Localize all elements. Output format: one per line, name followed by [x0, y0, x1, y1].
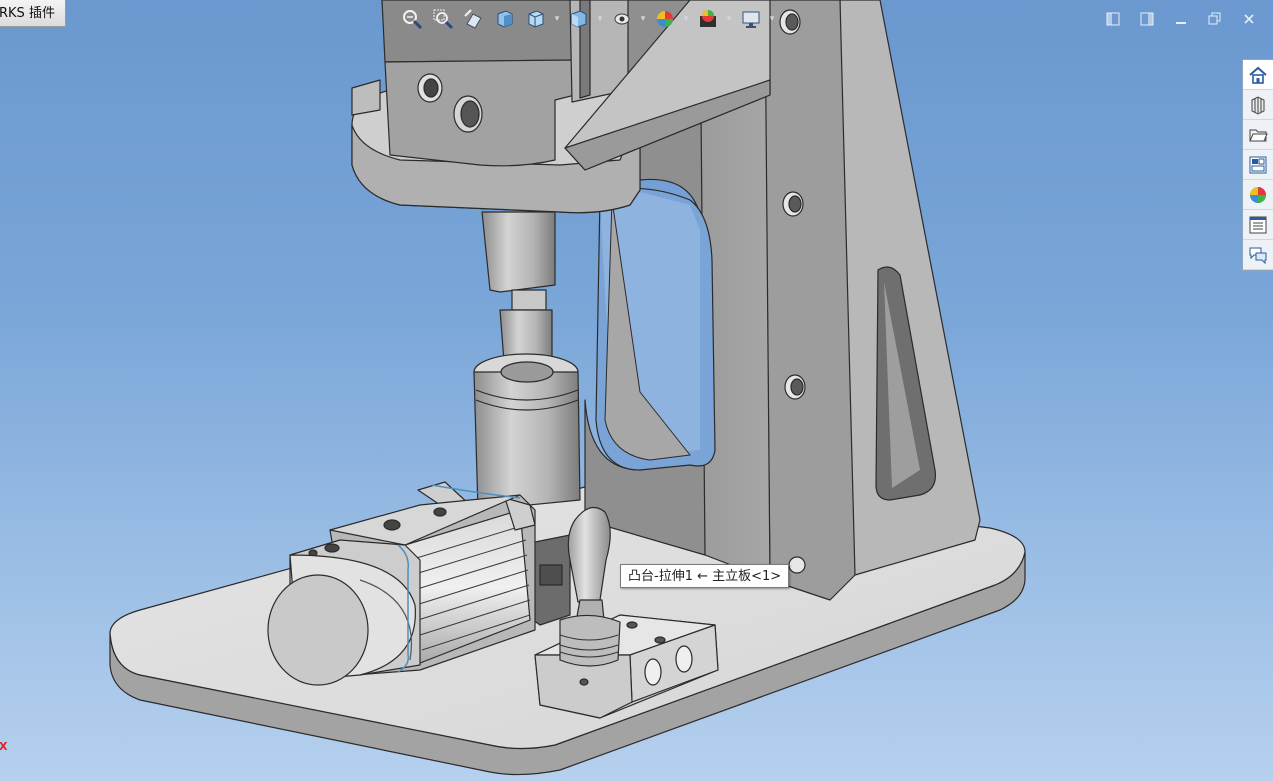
restore-icon[interactable]: [1205, 10, 1225, 28]
design-library-icon[interactable]: [1243, 90, 1273, 120]
tile-right-icon[interactable]: [1137, 10, 1157, 28]
tile-left-icon[interactable]: [1103, 10, 1123, 28]
assembly-model[interactable]: [0, 0, 1273, 781]
selection-tooltip: 凸台-拉伸1 ← 主立板<1>: [620, 564, 790, 588]
apply-scene-caret-icon[interactable]: ▾: [725, 7, 733, 31]
main-upright-plate: [764, 0, 856, 601]
previous-view-icon[interactable]: [460, 7, 487, 31]
file-explorer-icon[interactable]: [1243, 120, 1273, 150]
view-palette-icon[interactable]: [1243, 150, 1273, 180]
view-orientation-icon[interactable]: [522, 7, 549, 31]
view-settings-caret-icon[interactable]: ▾: [768, 7, 776, 31]
solidworks-resources-icon[interactable]: [1243, 60, 1273, 90]
appearances-scenes-icon[interactable]: [1243, 180, 1273, 210]
display-style-caret-icon[interactable]: ▾: [596, 7, 604, 31]
view-orientation-caret-icon[interactable]: ▾: [553, 7, 561, 31]
zoom-to-area-icon[interactable]: [429, 7, 456, 31]
close-icon[interactable]: [1239, 10, 1259, 28]
task-pane-tabs: [1242, 59, 1273, 271]
section-view-icon[interactable]: [491, 7, 518, 31]
display-style-icon[interactable]: [565, 7, 592, 31]
edit-appearance-caret-icon[interactable]: ▾: [682, 7, 690, 31]
edit-appearance-icon[interactable]: [651, 7, 678, 31]
hide-show-caret-icon[interactable]: ▾: [639, 7, 647, 31]
minimize-icon[interactable]: [1171, 10, 1191, 28]
forum-icon[interactable]: [1243, 240, 1273, 270]
reference-triad-x-label: X: [0, 740, 8, 753]
document-window-controls: [1103, 10, 1259, 28]
piston-rod-upper: [481, 211, 556, 293]
custom-properties-icon[interactable]: [1243, 210, 1273, 240]
zoom-to-fit-icon[interactable]: [398, 7, 425, 31]
addins-tab[interactable]: RKS 插件: [0, 0, 66, 27]
graphics-area[interactable]: RKS 插件 ▾ ▾ ▾ ▾ ▾ ▾ 凸台-拉伸1 ← 主立板<1> X: [0, 0, 1273, 781]
hide-show-items-icon[interactable]: [608, 7, 635, 31]
view-settings-icon[interactable]: [737, 7, 764, 31]
heads-up-view-toolbar: ▾ ▾ ▾ ▾ ▾ ▾: [398, 6, 776, 32]
apply-scene-icon[interactable]: [694, 7, 721, 31]
lower-cylinder: [473, 371, 581, 511]
